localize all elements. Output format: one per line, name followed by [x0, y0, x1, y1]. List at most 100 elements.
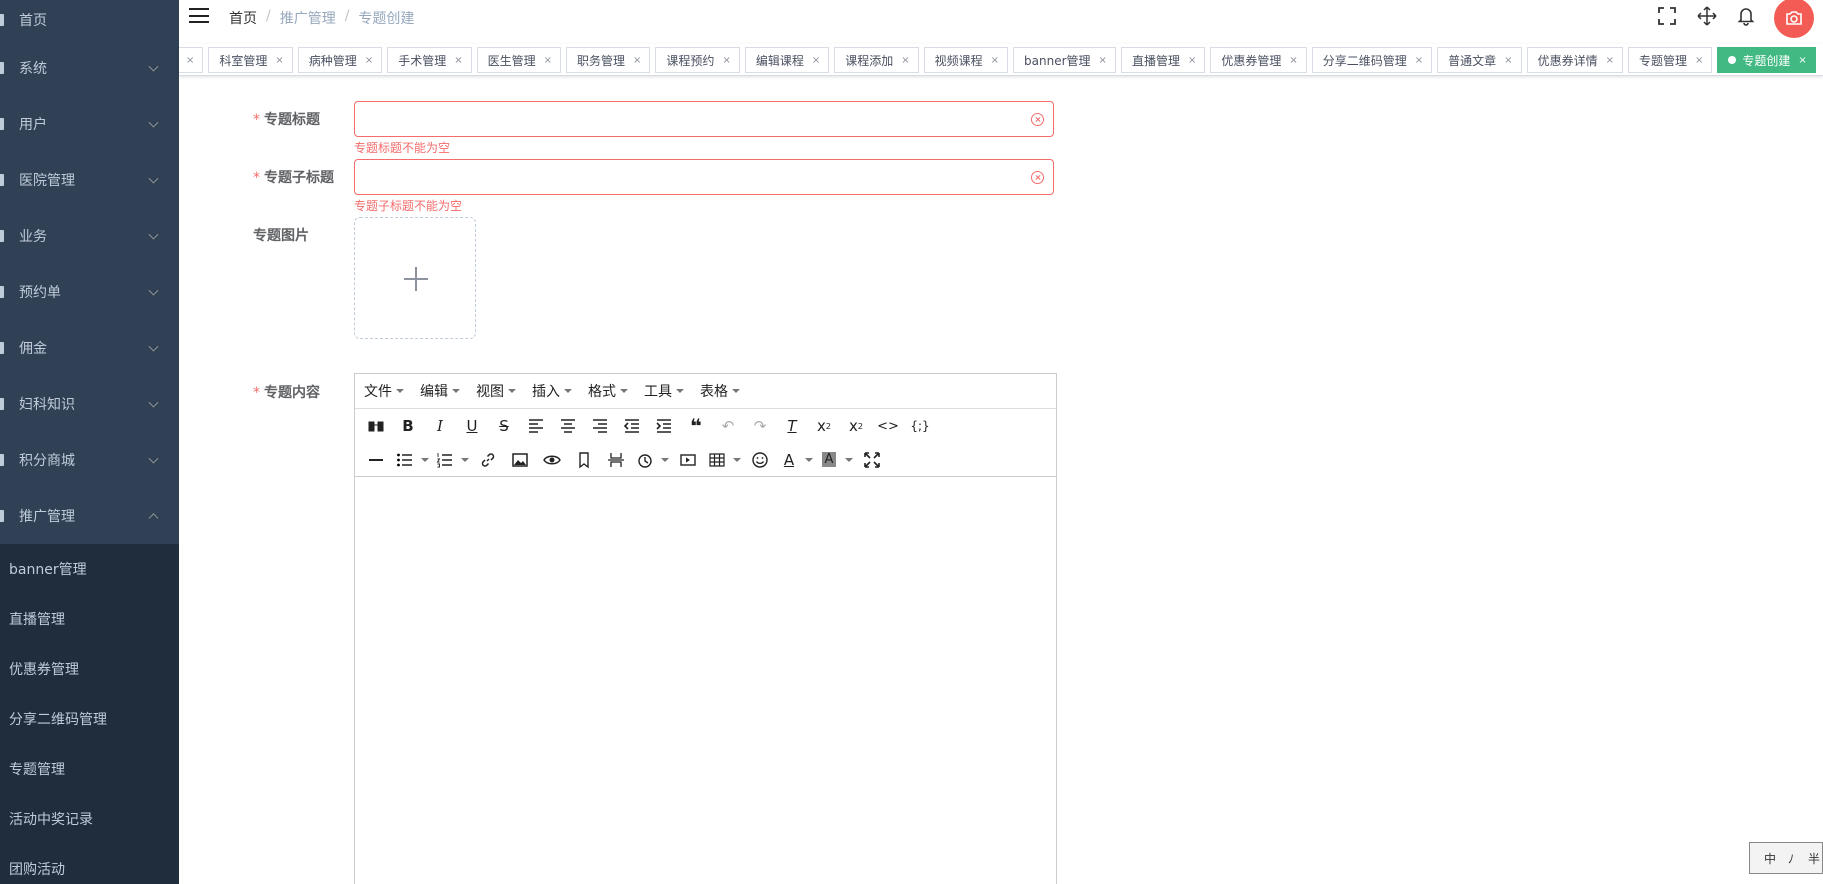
sidebar-subitem[interactable]: 团购活动 — [0, 844, 179, 884]
sidebar-item[interactable]: 妇科知识 — [0, 376, 179, 432]
emoticons-icon[interactable] — [744, 446, 776, 474]
background-color-dropdown-icon[interactable] — [842, 446, 856, 474]
italic-icon[interactable]: I — [424, 412, 456, 440]
page-break-icon[interactable] — [600, 446, 632, 474]
title-input[interactable] — [354, 101, 1054, 137]
horizontal-rule-icon[interactable] — [360, 446, 392, 474]
tag[interactable]: 优惠券管理 × — [1210, 47, 1307, 73]
ime-toolbar[interactable]: 中 ﾉ 半 — [1749, 842, 1823, 874]
tag-close-icon[interactable]: × — [1695, 55, 1703, 66]
tag-close-icon[interactable]: × — [812, 55, 820, 66]
clear-format-icon[interactable]: T — [776, 412, 808, 440]
tag[interactable]: 病种管理 × — [297, 47, 383, 73]
link-icon[interactable] — [472, 446, 504, 474]
tag[interactable]: 专题管理 × — [1627, 47, 1713, 73]
tag[interactable]: 视频课程 × — [923, 47, 1009, 73]
find-replace-icon[interactable] — [360, 412, 392, 440]
sidebar-subitem[interactable]: 直播管理 — [0, 594, 179, 644]
datetime-dropdown-icon[interactable] — [658, 446, 672, 474]
avatar[interactable] — [1774, 0, 1814, 38]
tag-close-icon[interactable]: × — [186, 55, 194, 66]
sidebar-item[interactable]: 佣金 — [0, 320, 179, 376]
clear-icon[interactable] — [1031, 113, 1044, 126]
editor-menu-button[interactable]: 编辑 — [420, 381, 460, 401]
sidebar-subitem[interactable]: 分享二维码管理 — [0, 694, 179, 744]
tag-close-icon[interactable]: × — [275, 55, 283, 66]
subtitle-input[interactable] — [354, 159, 1054, 195]
underline-icon[interactable]: U — [456, 412, 488, 440]
outdent-icon[interactable] — [616, 412, 648, 440]
align-right-icon[interactable] — [584, 412, 616, 440]
bold-icon[interactable]: B — [392, 412, 424, 440]
tag[interactable]: 职务管理 × — [566, 47, 651, 73]
tag-close-icon[interactable]: × — [454, 55, 462, 66]
subscript-icon[interactable]: x2 — [808, 412, 840, 440]
align-center-icon[interactable] — [552, 412, 584, 440]
tag[interactable]: 课程添加 × — [834, 47, 919, 73]
sidebar-item[interactable]: 业务 — [0, 208, 179, 264]
align-left-icon[interactable] — [520, 412, 552, 440]
clear-icon[interactable] — [1031, 171, 1044, 184]
sidebar-subitem[interactable]: 活动中奖记录 — [0, 794, 179, 844]
tag[interactable]: 普通文章 × — [1437, 47, 1522, 73]
tag[interactable]: 编辑课程 × — [744, 47, 830, 73]
code-sample-icon[interactable]: {;} — [904, 412, 936, 440]
blockquote-icon[interactable]: ❝ — [680, 412, 712, 440]
tag[interactable]: 分享二维码管理 × — [1311, 47, 1433, 73]
indent-icon[interactable] — [648, 412, 680, 440]
tag-close-icon[interactable]: × — [1504, 55, 1512, 66]
editor-menu-button[interactable]: 插入 — [532, 381, 572, 401]
preview-icon[interactable] — [536, 446, 568, 474]
sidebar-item[interactable]: 首页 — [0, 0, 179, 40]
tag-close-icon[interactable]: × — [1289, 55, 1297, 66]
sidebar-subitem[interactable]: 优惠券管理 — [0, 644, 179, 694]
tag[interactable]: 科室管理 × — [208, 47, 293, 73]
editor-menu-button[interactable]: 视图 — [476, 381, 516, 401]
tag-close-icon[interactable]: × — [633, 55, 641, 66]
sidebar-item[interactable]: 系统 — [0, 40, 179, 96]
tag[interactable]: banner管理 × — [1013, 47, 1116, 73]
sidebar-item[interactable]: 用户 — [0, 96, 179, 152]
bookmark-icon[interactable] — [568, 446, 600, 474]
superscript-icon[interactable]: x2 — [840, 412, 872, 440]
redo-icon[interactable]: ↷ — [744, 412, 776, 440]
breadcrumb-home[interactable]: 首页 — [229, 8, 257, 28]
code-icon[interactable]: <> — [872, 412, 904, 440]
tag-close-icon[interactable]: × — [1188, 55, 1196, 66]
editor-content-area[interactable] — [355, 478, 1056, 884]
fullscreen-editor-icon[interactable] — [856, 446, 888, 474]
text-color-icon[interactable]: A — [776, 446, 802, 474]
bullet-list-icon[interactable] — [392, 446, 418, 474]
tag-close-icon[interactable]: × — [1798, 55, 1806, 66]
sidebar-item[interactable]: 医院管理 — [0, 152, 179, 208]
numbered-list-icon[interactable] — [432, 446, 458, 474]
tag[interactable]: 课程预约 × — [655, 47, 740, 73]
hamburger-icon[interactable] — [189, 8, 209, 24]
tag-hidden-left[interactable]: × — [179, 47, 204, 73]
background-color-icon[interactable]: A — [816, 446, 842, 474]
tag-close-icon[interactable]: × — [991, 55, 999, 66]
tag-close-icon[interactable]: × — [1415, 55, 1423, 66]
tag-close-icon[interactable]: × — [1606, 55, 1614, 66]
text-color-dropdown-icon[interactable] — [802, 446, 816, 474]
tag-close-icon[interactable]: × — [544, 55, 552, 66]
table-icon[interactable] — [704, 446, 730, 474]
sidebar-item[interactable]: 积分商城 — [0, 432, 179, 488]
numbered-list-dropdown-icon[interactable] — [458, 446, 472, 474]
datetime-icon[interactable] — [632, 446, 658, 474]
strikethrough-icon[interactable]: S — [488, 412, 520, 440]
bell-icon[interactable] — [1736, 6, 1756, 26]
table-dropdown-icon[interactable] — [730, 446, 744, 474]
media-icon[interactable] — [672, 446, 704, 474]
sidebar-item[interactable]: 推广管理 — [0, 488, 179, 544]
sidebar-subitem[interactable]: banner管理 — [0, 544, 179, 594]
tag-active[interactable]: 专题创建 × — [1717, 47, 1816, 73]
sidebar-item[interactable]: 预约单 — [0, 264, 179, 320]
tag[interactable]: 手术管理 × — [387, 47, 472, 73]
image-uploader[interactable] — [354, 217, 476, 339]
editor-menu-button[interactable]: 格式 — [588, 381, 628, 401]
tag[interactable]: 医生管理 × — [476, 47, 562, 73]
tag[interactable]: 直播管理 × — [1120, 47, 1206, 73]
bullet-list-dropdown-icon[interactable] — [418, 446, 432, 474]
tag-close-icon[interactable]: × — [1099, 55, 1107, 66]
